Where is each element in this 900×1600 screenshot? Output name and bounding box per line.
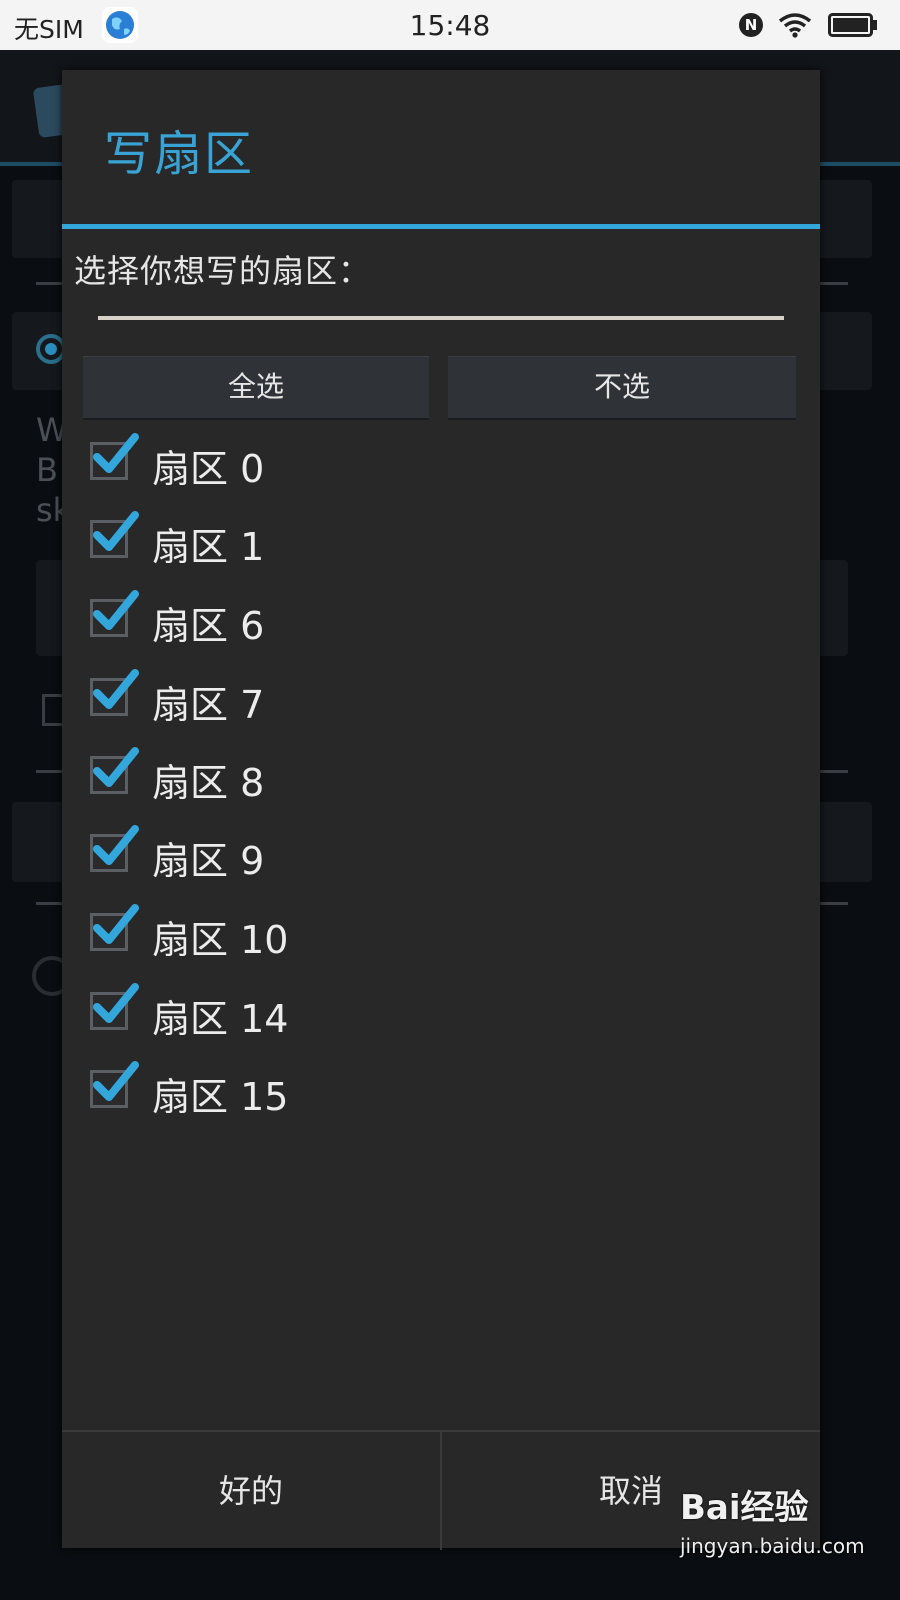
sector-item[interactable]: 扇区 8 <box>90 744 690 805</box>
sector-item[interactable]: 扇区 6 <box>90 587 690 648</box>
sector-item[interactable]: 扇区 14 <box>90 980 690 1041</box>
checkbox-checked-icon[interactable] <box>90 669 139 716</box>
nfc-icon: N <box>739 13 763 37</box>
checkbox-checked-icon[interactable] <box>90 511 139 558</box>
sector-input-field[interactable] <box>98 316 784 320</box>
sector-item[interactable]: 扇区 7 <box>90 666 690 727</box>
sector-item[interactable]: 扇区 10 <box>90 901 690 962</box>
sector-item[interactable]: 扇区 9 <box>90 822 690 883</box>
checkbox-checked-icon[interactable] <box>90 433 139 480</box>
dialog-prompt: 选择你想写的扇区： <box>74 252 372 290</box>
sector-label: 扇区 1 <box>152 525 265 569</box>
ok-button[interactable]: 好的 <box>62 1432 440 1550</box>
status-bar: 无SIM 15:48 N <box>0 0 900 50</box>
sector-item[interactable]: 扇区 15 <box>90 1058 690 1119</box>
clock: 15:48 <box>409 9 491 42</box>
checkbox-checked-icon[interactable] <box>90 590 139 637</box>
sector-label: 扇区 8 <box>152 761 265 805</box>
select-none-button[interactable]: 不选 <box>448 356 796 420</box>
sector-item[interactable]: 扇区 0 <box>90 430 690 491</box>
baidu-jingyan-watermark: Bai经验 jingyan.baidu.com <box>680 1480 880 1580</box>
sector-label: 扇区 14 <box>152 997 289 1041</box>
dialog-title: 写扇区 <box>104 126 255 182</box>
sector-label: 扇区 9 <box>152 839 265 883</box>
sector-label: 扇区 15 <box>152 1075 289 1119</box>
checkbox-checked-icon[interactable] <box>90 747 139 794</box>
sector-label: 扇区 10 <box>152 918 289 962</box>
dialog-title-divider <box>62 224 820 229</box>
sector-label: 扇区 6 <box>152 604 265 648</box>
sector-label: 扇区 7 <box>152 683 265 727</box>
wifi-icon <box>778 13 812 38</box>
checkbox-checked-icon[interactable] <box>90 983 139 1030</box>
checkbox-checked-icon[interactable] <box>90 825 139 872</box>
write-sector-dialog: 写扇区 选择你想写的扇区： 全选 不选 扇区 0 扇区 1 扇区 6 扇区 7 … <box>62 70 820 1550</box>
watermark-url: jingyan.baidu.com <box>680 1534 865 1558</box>
checkbox-checked-icon[interactable] <box>90 1061 139 1108</box>
battery-icon <box>828 13 877 37</box>
sector-label: 扇区 0 <box>152 447 265 491</box>
sector-item[interactable]: 扇区 1 <box>90 508 690 569</box>
select-all-button[interactable]: 全选 <box>83 356 429 420</box>
watermark-brand: Bai经验 <box>680 1488 809 1528</box>
checkbox-checked-icon[interactable] <box>90 904 139 951</box>
